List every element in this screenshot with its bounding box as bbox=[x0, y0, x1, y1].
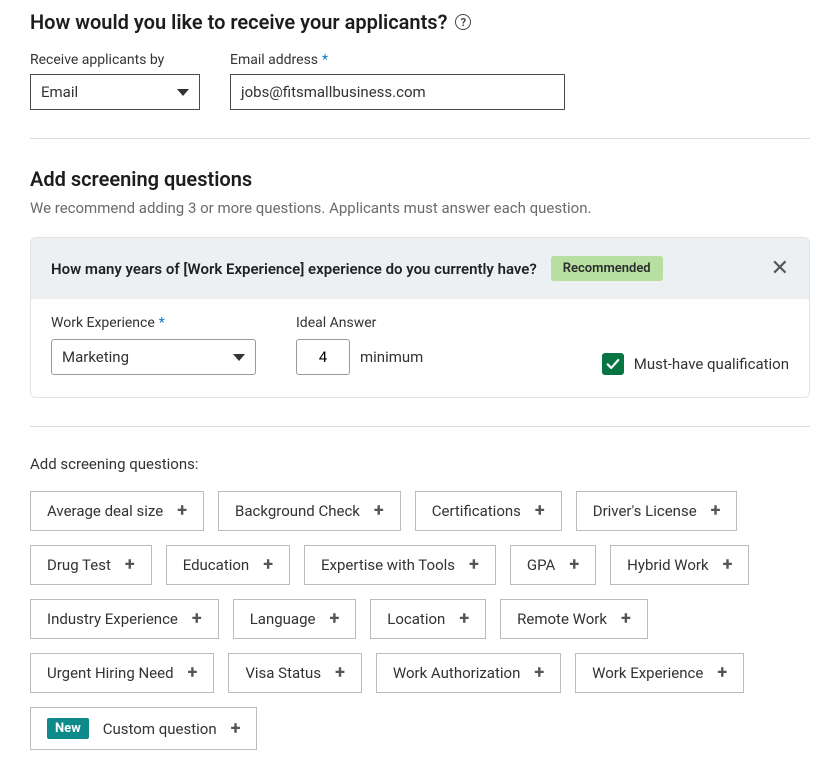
screening-pill[interactable]: Work Authorization + bbox=[376, 653, 561, 693]
plus-icon: + bbox=[621, 610, 631, 628]
pill-label: Average deal size bbox=[47, 502, 163, 520]
chevron-down-icon bbox=[177, 89, 189, 96]
email-input[interactable]: jobs@fitsmallbusiness.com bbox=[230, 74, 565, 110]
plus-icon: + bbox=[231, 720, 241, 738]
pill-label: Work Experience bbox=[592, 664, 703, 682]
work-experience-label: Work Experience* bbox=[51, 315, 256, 331]
plus-icon: + bbox=[329, 610, 339, 628]
receive-by-label: Receive applicants by bbox=[30, 52, 200, 68]
receive-by-field: Receive applicants by Email bbox=[30, 52, 200, 110]
pill-label: Industry Experience bbox=[47, 610, 178, 628]
required-star: * bbox=[159, 315, 165, 331]
pill-label: Remote Work bbox=[517, 610, 607, 628]
plus-icon: + bbox=[125, 556, 135, 574]
plus-icon: + bbox=[374, 502, 384, 520]
minimum-label: minimum bbox=[360, 348, 423, 366]
work-experience-select[interactable]: Marketing bbox=[51, 339, 256, 375]
pill-label: Certifications bbox=[432, 502, 521, 520]
pill-label: Location bbox=[387, 610, 445, 628]
screening-pill[interactable]: Background Check + bbox=[218, 491, 401, 531]
screening-pill[interactable]: Language + bbox=[233, 599, 357, 639]
question-text: How many years of [Work Experience] expe… bbox=[51, 260, 537, 278]
email-label: Email address* bbox=[230, 52, 565, 68]
divider bbox=[30, 426, 810, 427]
screening-question-pills: Average deal size+Background Check+Certi… bbox=[30, 491, 810, 750]
email-value: jobs@fitsmallbusiness.com bbox=[241, 83, 426, 101]
question-body: Work Experience* Marketing Ideal Answer … bbox=[31, 299, 809, 397]
pill-label: Driver's License bbox=[593, 502, 697, 520]
pill-label: Urgent Hiring Need bbox=[47, 664, 174, 682]
close-icon[interactable]: ✕ bbox=[771, 258, 789, 280]
ideal-answer-row: 4 minimum bbox=[296, 339, 423, 375]
plus-icon: + bbox=[177, 502, 187, 520]
plus-icon: + bbox=[459, 610, 469, 628]
plus-icon: + bbox=[263, 556, 273, 574]
divider bbox=[30, 138, 810, 139]
plus-icon: + bbox=[469, 556, 479, 574]
must-have-label: Must-have qualification bbox=[634, 355, 789, 373]
screening-question-card: How many years of [Work Experience] expe… bbox=[30, 237, 810, 398]
screening-pill[interactable]: Expertise with Tools + bbox=[304, 545, 496, 585]
screening-pill[interactable]: Visa Status + bbox=[228, 653, 362, 693]
pill-label: Education bbox=[183, 556, 250, 574]
new-badge: New bbox=[47, 718, 89, 739]
pill-label: Language bbox=[250, 610, 316, 628]
screening-pill[interactable]: Hybrid Work + bbox=[610, 545, 749, 585]
help-icon[interactable]: ? bbox=[455, 14, 471, 30]
ideal-answer-field: Ideal Answer 4 minimum bbox=[296, 315, 423, 375]
recommended-badge: Recommended bbox=[551, 256, 663, 281]
ideal-answer-label: Ideal Answer bbox=[296, 315, 423, 331]
screening-helper: We recommend adding 3 or more questions.… bbox=[30, 199, 810, 217]
pill-label: GPA bbox=[527, 556, 555, 574]
screening-pill[interactable]: Remote Work + bbox=[500, 599, 648, 639]
plus-icon: + bbox=[723, 556, 733, 574]
pill-label: Drug Test bbox=[47, 556, 111, 574]
plus-icon: + bbox=[569, 556, 579, 574]
required-star: * bbox=[322, 52, 328, 68]
email-field-container: Email address* jobs@fitsmallbusiness.com bbox=[230, 52, 565, 110]
plus-icon: + bbox=[534, 664, 544, 682]
must-have-checkbox[interactable] bbox=[602, 353, 624, 375]
screening-pill[interactable]: Average deal size + bbox=[30, 491, 204, 531]
pill-label: Visa Status bbox=[245, 664, 321, 682]
pill-label: Work Authorization bbox=[393, 664, 520, 682]
screening-pill[interactable]: Driver's License + bbox=[576, 491, 738, 531]
plus-icon: + bbox=[192, 610, 202, 628]
screening-pill[interactable]: Industry Experience + bbox=[30, 599, 219, 639]
must-have-group: Must-have qualification bbox=[602, 353, 789, 375]
screening-pill[interactable]: Education + bbox=[166, 545, 290, 585]
screening-title: Add screening questions bbox=[30, 167, 810, 191]
ideal-answer-input[interactable]: 4 bbox=[296, 339, 350, 375]
plus-icon: + bbox=[188, 664, 198, 682]
receive-applicants-title: How would you like to receive your appli… bbox=[30, 10, 810, 34]
screening-pill[interactable]: Drug Test + bbox=[30, 545, 152, 585]
add-questions-label: Add screening questions: bbox=[30, 455, 810, 473]
custom-question-pill[interactable]: New Custom question + bbox=[30, 707, 257, 750]
receive-by-value: Email bbox=[41, 83, 78, 101]
work-experience-value: Marketing bbox=[62, 348, 129, 366]
screening-pill[interactable]: Urgent Hiring Need + bbox=[30, 653, 214, 693]
pill-label: Expertise with Tools bbox=[321, 556, 455, 574]
screening-pill[interactable]: Work Experience + bbox=[575, 653, 744, 693]
screening-pill[interactable]: Location + bbox=[370, 599, 486, 639]
receive-by-select[interactable]: Email bbox=[30, 74, 200, 110]
check-icon bbox=[606, 357, 620, 371]
screening-pill[interactable]: Certifications + bbox=[415, 491, 562, 531]
receive-fields: Receive applicants by Email Email addres… bbox=[30, 52, 810, 110]
pill-label: Hybrid Work bbox=[627, 556, 708, 574]
question-header: How many years of [Work Experience] expe… bbox=[31, 238, 809, 299]
pill-label: Background Check bbox=[235, 502, 360, 520]
plus-icon: + bbox=[335, 664, 345, 682]
plus-icon: + bbox=[717, 664, 727, 682]
receive-title-text: How would you like to receive your appli… bbox=[30, 10, 447, 34]
plus-icon: + bbox=[535, 502, 545, 520]
work-experience-field: Work Experience* Marketing bbox=[51, 315, 256, 375]
plus-icon: + bbox=[711, 502, 721, 520]
screening-pill[interactable]: GPA + bbox=[510, 545, 596, 585]
chevron-down-icon bbox=[233, 354, 245, 361]
custom-question-label: Custom question bbox=[103, 720, 217, 738]
